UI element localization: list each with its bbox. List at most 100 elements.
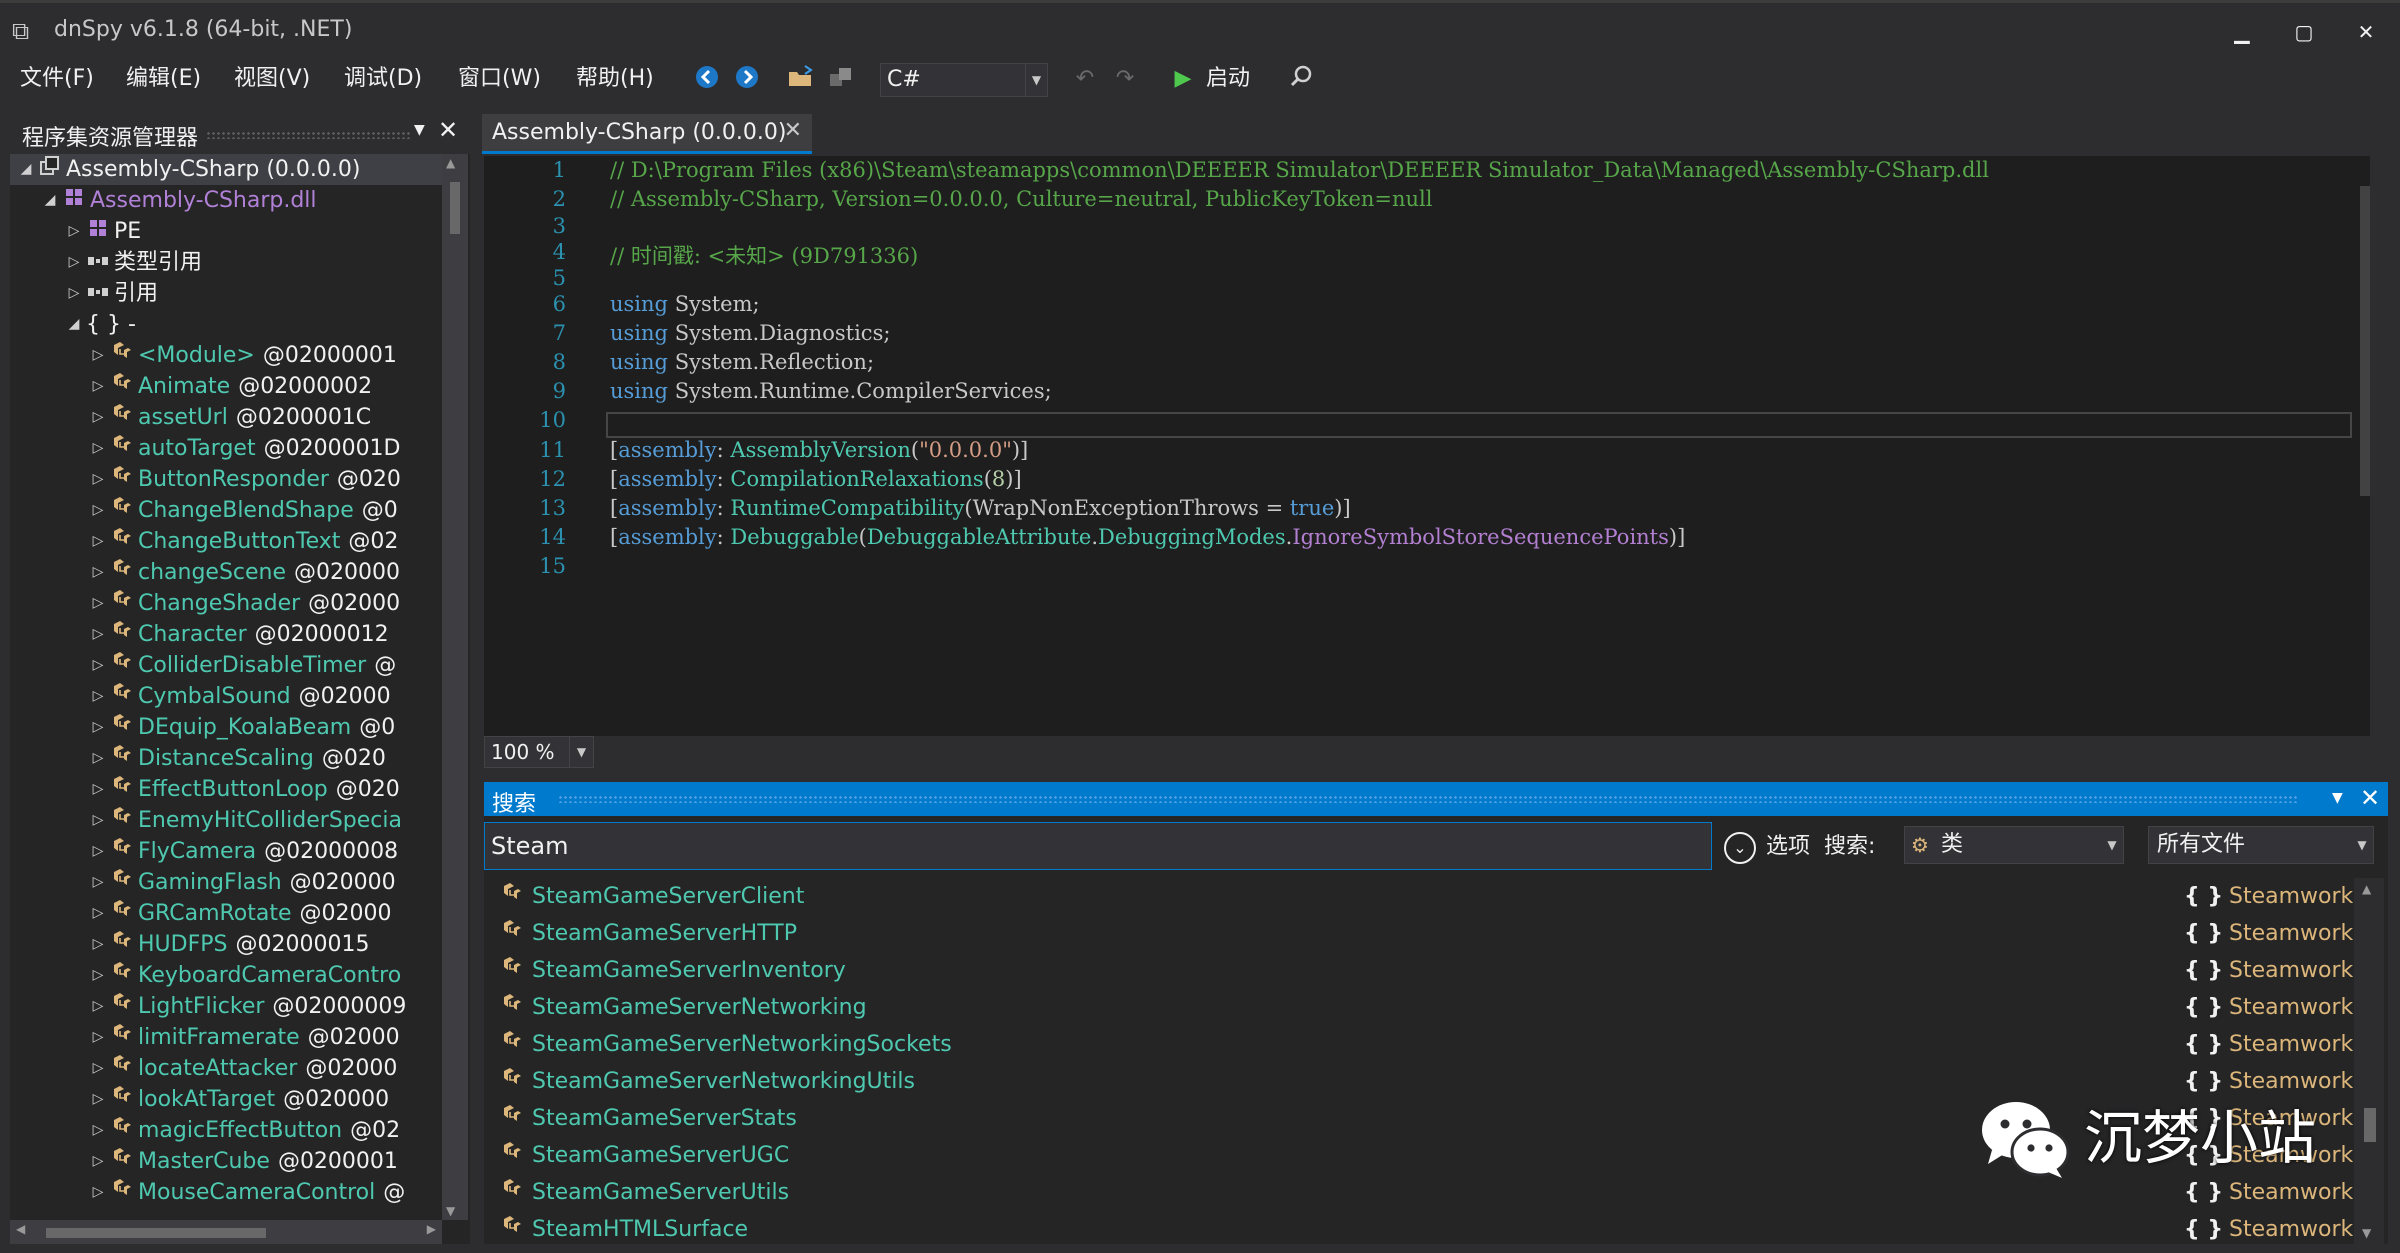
options-chevron-icon[interactable]: ⌄ bbox=[1724, 832, 1756, 864]
menu-view[interactable]: 视图(V) bbox=[234, 62, 310, 96]
menu-window[interactable]: 窗口(W) bbox=[458, 62, 541, 96]
tree-item-type[interactable]: ▷ ChangeButtonText @02 bbox=[10, 526, 442, 557]
collapsed-arrow-icon[interactable]: ▷ bbox=[66, 216, 82, 247]
options-button[interactable]: 选项 bbox=[1766, 832, 1810, 862]
menu-help[interactable]: 帮助(H) bbox=[576, 62, 654, 96]
tree-item-type[interactable]: ▷ KeyboardCameraContro bbox=[10, 960, 442, 991]
menu-file[interactable]: 文件(F) bbox=[20, 62, 94, 96]
search-input[interactable]: Steam bbox=[484, 822, 1712, 870]
collapsed-arrow-icon[interactable]: ▷ bbox=[90, 960, 106, 991]
maximize-button[interactable]: ▢ bbox=[2284, 13, 2324, 51]
tree-item-assembly[interactable]: ◢ Assembly-CSharp (0.0.0.0) bbox=[10, 154, 442, 185]
collapsed-arrow-icon[interactable]: ▷ bbox=[90, 340, 106, 371]
tree-item-type[interactable]: ▷ HUDFPS @02000015 bbox=[10, 929, 442, 960]
tree-item-type[interactable]: ▷ GamingFlash @020000 bbox=[10, 867, 442, 898]
search-result-row[interactable]: SteamGameServerClient { } Steamworks bbox=[484, 878, 2354, 915]
scrollbar-thumb[interactable] bbox=[2360, 186, 2370, 496]
expanded-arrow-icon[interactable]: ◢ bbox=[18, 154, 34, 185]
tree-item-type[interactable]: ▷ Character @02000012 bbox=[10, 619, 442, 650]
expanded-arrow-icon[interactable]: ◢ bbox=[42, 185, 58, 216]
collapsed-arrow-icon[interactable]: ▷ bbox=[90, 681, 106, 712]
search-icon[interactable] bbox=[1286, 64, 1316, 94]
tree-item-type[interactable]: ▷ Animate @02000002 bbox=[10, 371, 442, 402]
scrollbar-thumb[interactable] bbox=[2364, 1108, 2376, 1142]
tree-item-namespace[interactable]: ◢{ } - bbox=[10, 309, 442, 340]
assembly-tree[interactable]: ◢ Assembly-CSharp (0.0.0.0) ◢ Assembly-CSha… bbox=[10, 154, 442, 1220]
collapsed-arrow-icon[interactable]: ▷ bbox=[90, 588, 106, 619]
collapsed-arrow-icon[interactable]: ▷ bbox=[90, 371, 106, 402]
search-result-row[interactable]: SteamGameServerStats{ } Steamworks bbox=[484, 1100, 2354, 1137]
tree-item-type[interactable]: ▷ changeScene @020000 bbox=[10, 557, 442, 588]
tree-item-type[interactable]: ▷ CymbalSound @02000 bbox=[10, 681, 442, 712]
tree-item-type-refs[interactable]: ▷ 类型引用 bbox=[10, 247, 442, 278]
collapsed-arrow-icon[interactable]: ▷ bbox=[90, 557, 106, 588]
scroll-right-icon[interactable]: ▶ bbox=[427, 1222, 436, 1236]
menu-edit[interactable]: 编辑(E) bbox=[126, 62, 201, 96]
collapsed-arrow-icon[interactable]: ▷ bbox=[90, 1053, 106, 1084]
tree-item-type[interactable]: ▷ FlyCamera @02000008 bbox=[10, 836, 442, 867]
collapsed-arrow-icon[interactable]: ▷ bbox=[90, 1177, 106, 1208]
scrollbar-thumb[interactable] bbox=[450, 182, 460, 234]
undo-icon[interactable]: ↶ bbox=[1070, 64, 1100, 94]
search-result-row[interactable]: SteamHTMLSurface { } Steamworks bbox=[484, 1211, 2354, 1244]
tree-item-type[interactable]: ▷ locateAttacker @02000 bbox=[10, 1053, 442, 1084]
chevron-down-icon[interactable]: ▼ bbox=[414, 122, 425, 138]
menu-debug[interactable]: 调试(D) bbox=[344, 62, 422, 96]
tree-item-type[interactable]: ▷ ButtonResponder @020 bbox=[10, 464, 442, 495]
scrollbar-thumb[interactable] bbox=[46, 1228, 266, 1238]
open-folder-icon[interactable] bbox=[786, 64, 816, 94]
collapsed-arrow-icon[interactable]: ▷ bbox=[90, 774, 106, 805]
navigate-forward-icon[interactable] bbox=[732, 64, 762, 94]
tree-item-type[interactable]: ▷ DEquip_KoalaBeam @0 bbox=[10, 712, 442, 743]
scroll-down-icon[interactable]: ▼ bbox=[446, 1204, 455, 1218]
redo-icon[interactable]: ↷ bbox=[1110, 64, 1140, 94]
search-results-list[interactable]: SteamGameServerClient{ } Steamworks SteamG… bbox=[484, 878, 2354, 1244]
collapsed-arrow-icon[interactable]: ▷ bbox=[90, 433, 106, 464]
collapsed-arrow-icon[interactable]: ▷ bbox=[90, 836, 106, 867]
scroll-left-icon[interactable]: ◀ bbox=[16, 1222, 25, 1236]
tree-vertical-scrollbar[interactable]: ▲ ▼ bbox=[442, 154, 468, 1220]
search-scope-select[interactable]: 所有文件 ▼ bbox=[2148, 826, 2374, 864]
search-result-row[interactable]: SteamGameServerUGC{ } Steamworks bbox=[484, 1137, 2354, 1174]
search-result-row[interactable]: SteamGameServerUtils { } Steamworks bbox=[484, 1174, 2354, 1211]
tree-item-type[interactable]: ▷ assetUrl @0200001C bbox=[10, 402, 442, 433]
search-result-row[interactable]: SteamGameServerInventory { } Steamworks bbox=[484, 952, 2354, 989]
tree-item-type[interactable]: ▷ EffectButtonLoop @020 bbox=[10, 774, 442, 805]
collapsed-arrow-icon[interactable]: ▷ bbox=[90, 712, 106, 743]
tree-item-type[interactable]: ▷ LightFlicker @02000009 bbox=[10, 991, 442, 1022]
collapsed-arrow-icon[interactable]: ▷ bbox=[90, 650, 106, 681]
tree-item-type[interactable]: ▷ lookAtTarget @020000 bbox=[10, 1084, 442, 1115]
open-list-icon[interactable] bbox=[826, 64, 856, 94]
tree-item-type[interactable]: ▷ <Module> @02000001 bbox=[10, 340, 442, 371]
results-vertical-scrollbar[interactable]: ▲ ▼ bbox=[2354, 878, 2384, 1244]
collapsed-arrow-icon[interactable]: ▷ bbox=[90, 1084, 106, 1115]
play-icon[interactable]: ▶ bbox=[1168, 64, 1198, 94]
collapsed-arrow-icon[interactable]: ▷ bbox=[90, 929, 106, 960]
collapsed-arrow-icon[interactable]: ▷ bbox=[90, 1022, 106, 1053]
close-icon[interactable]: ✕ bbox=[2360, 784, 2380, 812]
collapsed-arrow-icon[interactable]: ▷ bbox=[66, 247, 82, 278]
tab-assembly-csharp[interactable]: Assembly-CSharp (0.0.0.0) ✕ bbox=[482, 114, 812, 154]
tree-item-type[interactable]: ▷ autoTarget @0200001D bbox=[10, 433, 442, 464]
tree-item-type[interactable]: ▷ MouseCameraControl @ bbox=[10, 1177, 442, 1208]
collapsed-arrow-icon[interactable]: ▷ bbox=[90, 1115, 106, 1146]
tree-horizontal-scrollbar[interactable]: ◀ ▶ bbox=[10, 1220, 442, 1244]
collapsed-arrow-icon[interactable]: ▷ bbox=[90, 1146, 106, 1177]
tree-item-type[interactable]: ▷ GRCamRotate @02000 bbox=[10, 898, 442, 929]
search-result-row[interactable]: SteamGameServerHTTP { } Steamworks bbox=[484, 915, 2354, 952]
language-select[interactable]: C# ▼ bbox=[880, 63, 1048, 97]
zoom-select[interactable]: 100 % ▼ bbox=[484, 736, 594, 768]
collapsed-arrow-icon[interactable]: ▷ bbox=[90, 402, 106, 433]
collapsed-arrow-icon[interactable]: ▷ bbox=[90, 867, 106, 898]
tree-item-references[interactable]: ▷ 引用 bbox=[10, 278, 442, 309]
scroll-up-icon[interactable]: ▲ bbox=[2362, 882, 2371, 896]
collapsed-arrow-icon[interactable]: ▷ bbox=[90, 898, 106, 929]
code-editor[interactable]: 1 2 3 4 5 6 7 8 9 10 11 12 13 14 15 // D:\Program File… bbox=[484, 156, 2370, 736]
tree-item-type[interactable]: ▷ DistanceScaling @020 bbox=[10, 743, 442, 774]
search-type-select[interactable]: ⚙ 类 ▼ bbox=[1904, 826, 2124, 864]
close-icon[interactable]: ✕ bbox=[784, 118, 802, 143]
collapsed-arrow-icon[interactable]: ▷ bbox=[90, 991, 106, 1022]
search-result-row[interactable]: SteamGameServerNetworkingUtils { } Steamwo… bbox=[484, 1063, 2354, 1100]
editor-horizontal-scrollbar[interactable] bbox=[598, 738, 2344, 766]
collapsed-arrow-icon[interactable]: ▷ bbox=[90, 743, 106, 774]
